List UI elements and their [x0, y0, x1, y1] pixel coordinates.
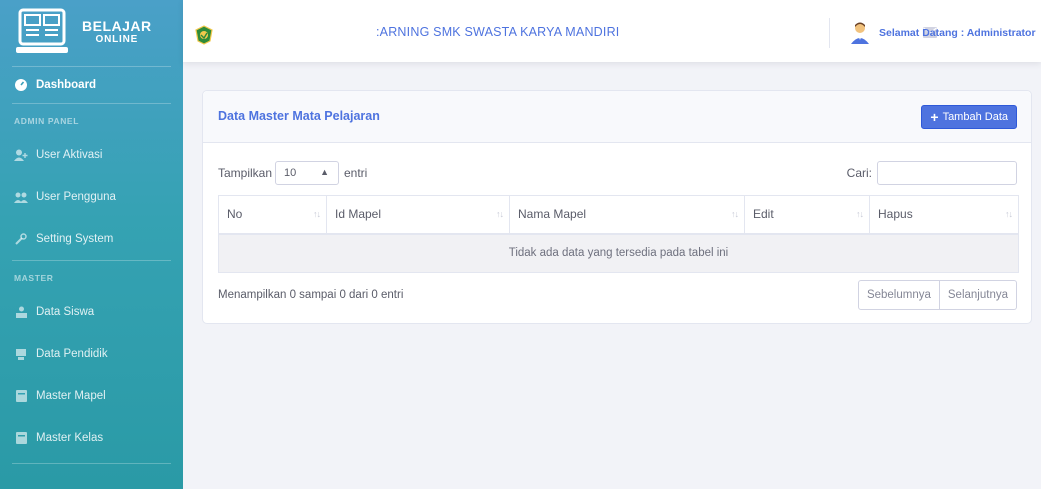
brand-text: BELAJAR ONLINE	[82, 19, 152, 47]
sidebar-item-master-kelas[interactable]: Master Kelas	[0, 417, 183, 459]
column-header-label: No	[227, 207, 243, 222]
column-header-label: Edit	[753, 207, 774, 222]
dashboard-gauge-icon	[14, 78, 28, 92]
table-controls: Tampilkan 10 ▲︎ entri Cari:	[218, 161, 1017, 185]
column-header-nama-mapel[interactable]: Nama Mapel ↑↓	[509, 195, 745, 235]
topbar: :ARNING SMK SWASTA KARYA MANDIRI Selamat…	[183, 0, 1041, 62]
school-logo-icon	[195, 25, 213, 45]
welcome-user-text[interactable]: Selamat Datang : Administrator	[879, 27, 1036, 39]
table-row: Tidak ada data yang tersedia pada tabel …	[218, 233, 1019, 273]
wrench-icon	[14, 232, 28, 246]
sidebar-divider	[12, 463, 171, 464]
user-plus-icon	[14, 148, 28, 162]
sidebar-item-label: Setting System	[36, 233, 114, 245]
brand[interactable]: BELAJAR ONLINE	[0, 0, 183, 66]
entries-length-value: 10	[284, 167, 297, 179]
sidebar-item-data-siswa[interactable]: Data Siswa	[0, 291, 183, 333]
sidebar-heading-master: MASTER	[14, 273, 54, 283]
sidebar-heading-admin: ADMIN PANEL	[14, 116, 79, 126]
add-data-button[interactable]: + Tambah Data	[921, 105, 1017, 129]
sidebar-item-dashboard-label: Dashboard	[36, 79, 97, 91]
sidebar-item-data-pendidik[interactable]: Data Pendidik	[0, 333, 183, 375]
teacher-icon	[14, 347, 28, 361]
users-icon	[14, 190, 28, 204]
sort-icon: ↑↓	[1005, 209, 1013, 219]
column-header-hapus[interactable]: Hapus ↑↓	[869, 195, 1019, 235]
column-header-label: Id Mapel	[335, 207, 382, 222]
mapel-card: Data Master Mata Pelajaran + Tambah Data…	[202, 90, 1032, 324]
length-label: Tampilkan	[218, 166, 273, 180]
select-caret-icon: ▲︎	[320, 167, 329, 177]
card-header: Data Master Mata Pelajaran + Tambah Data	[203, 91, 1031, 143]
entries-length-select[interactable]: 10 ▲︎	[275, 161, 339, 185]
card-title: Data Master Mata Pelajaran	[218, 109, 380, 123]
column-header-label: Nama Mapel	[518, 207, 587, 222]
sidebar-item-master-mapel[interactable]: Master Mapel	[0, 375, 183, 417]
sidebar-item-dashboard[interactable]: Dashboard	[0, 67, 183, 103]
sidebar: BELAJAR ONLINE Dashboard ADMIN PANEL Use…	[0, 0, 183, 489]
previous-page-button[interactable]: Sebelumnya	[857, 280, 940, 310]
plus-icon: +	[930, 109, 939, 125]
next-page-button[interactable]: Selanjutnya	[939, 280, 1017, 310]
column-header-edit[interactable]: Edit ↑↓	[744, 195, 870, 235]
pagination: Sebelumnya Selanjutnya	[857, 280, 1017, 310]
sort-icon: ↑↓	[496, 209, 504, 219]
sidebar-item-label: Data Siswa	[36, 306, 95, 318]
book-icon	[14, 431, 28, 445]
length-suffix: entri	[344, 166, 368, 180]
laptop-book-logo-icon	[16, 8, 68, 53]
sidebar-item-label: User Pengguna	[36, 191, 116, 203]
column-header-label: Hapus	[878, 207, 913, 222]
add-data-button-label: Tambah Data	[942, 111, 1008, 123]
sort-icon: ↑↓	[313, 209, 321, 219]
search-input[interactable]	[877, 161, 1017, 185]
column-header-id-mapel[interactable]: Id Mapel ↑↓	[326, 195, 510, 235]
table-info: Menampilkan 0 sampai 0 dari 0 entri	[218, 289, 404, 301]
brand-line2: ONLINE	[95, 34, 139, 45]
user-avatar-icon[interactable]	[848, 20, 872, 44]
sidebar-item-setting-system[interactable]: Setting System	[0, 218, 183, 260]
column-header-no[interactable]: No ↑↓	[218, 195, 327, 235]
sort-icon: ↑↓	[731, 209, 739, 219]
students-icon	[14, 305, 28, 319]
empty-table-message: Tidak ada data yang tersedia pada tabel …	[218, 233, 1019, 273]
sidebar-item-label: Master Kelas	[36, 432, 104, 444]
book-icon	[14, 389, 28, 403]
sidebar-item-label: Data Pendidik	[36, 348, 108, 360]
topbar-divider	[829, 18, 830, 48]
search-label: Cari:	[846, 166, 872, 180]
sidebar-item-user-pengguna[interactable]: User Pengguna	[0, 176, 183, 218]
sidebar-item-label: User Aktivasi	[36, 149, 103, 161]
mapel-table: No ↑↓ Id Mapel ↑↓ Nama Mapel ↑↓ Edit ↑↓ Hapu…	[218, 195, 1019, 273]
sort-icon: ↑↓	[856, 209, 864, 219]
sidebar-item-user-aktivasi[interactable]: User Aktivasi	[0, 134, 183, 176]
brand-line1: BELAJAR	[82, 18, 152, 34]
sidebar-item-label: Master Mapel	[36, 390, 106, 402]
app-title: :ARNING SMK SWASTA KARYA MANDIRI	[376, 25, 620, 39]
